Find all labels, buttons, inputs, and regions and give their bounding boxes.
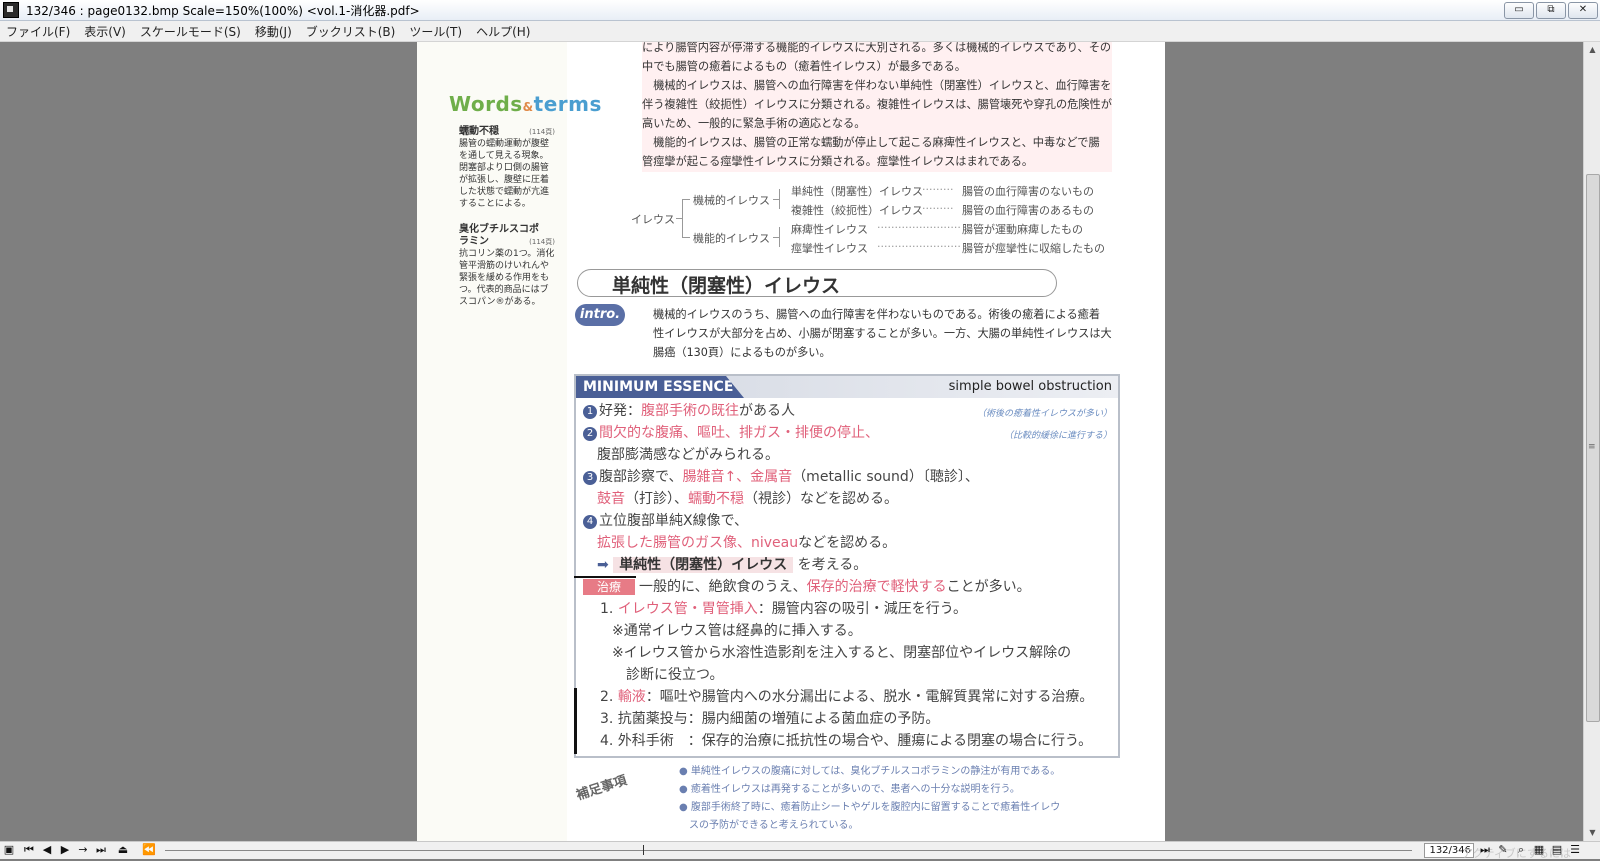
words-terms-logo: Words&terms: [449, 92, 602, 116]
essence-title: MINIMUM ESSENCE: [576, 376, 744, 398]
essence-line: 腹部膨満感などがみられる。: [597, 447, 779, 463]
essence-conclusion: ➡ 単純性（閉塞性）イレウス を考える。: [597, 557, 868, 573]
essence-line: 拡張した腸管のガス像、niveauなどを認める。: [597, 535, 897, 551]
supplement-line: ● 癒着性イレウスは再発することが多いので、患者への十分な説明を行う。: [679, 784, 1020, 795]
play-icon[interactable]: ▶: [58, 843, 72, 857]
title-bar: 132/346 : page0132.bmp Scale=150%(100%) …: [0, 0, 1600, 21]
treatment-line: 治療 一般的に、絶飲食のうえ、保存的治療で軽快することが多い。: [583, 576, 1031, 598]
essence-line: 4 立位腹部単純X線像で、: [583, 510, 748, 532]
menu-file[interactable]: ファイル(F): [0, 22, 77, 42]
document-page: Words&terms 蠕動不穏 (114頁) 腸管の蠕動運動が腹壁を通して見える…: [417, 42, 1165, 841]
essence-line: 2 間欠的な腹痛、嘔吐、排ガス・排便の停止、: [583, 422, 879, 444]
scroll-up-icon[interactable]: ▲: [1584, 42, 1600, 58]
treatment-item: 1. イレウス管・胃管挿入：腸管内容の吸引・減圧を行う。: [600, 601, 967, 617]
menu-booklist[interactable]: ブックリスト(B): [299, 22, 403, 42]
overview-paragraph: により腸管内容が停滞する機能的イレウスに大別される。多くは機械的イレウスであり、…: [642, 42, 1112, 172]
essence-subtitle: simple bowel obstruction: [948, 379, 1112, 394]
supplement-label: 補足事項: [574, 773, 629, 804]
term-entry: 臭化ブチルスコポラミン (114頁) 抗コリン薬の1つ。消化管平滑筋のけいれんや緊…: [459, 224, 555, 307]
menu-list-icon[interactable]: ☰: [1568, 843, 1582, 857]
section-heading: 単純性（閉塞性）イレウス: [577, 269, 1057, 297]
essence-note: （比較的緩徐に進行する）: [1003, 431, 1112, 441]
next-small-icon[interactable]: ⏭: [1478, 843, 1492, 857]
last-page-icon[interactable]: ⏭: [94, 843, 108, 857]
treatment-note: ※イレウス管から水溶性造影剤を注入すると、閉塞部位やイレウス解除の: [612, 645, 1072, 661]
essence-line: 1 好発：腹部手術の既往がある人: [583, 400, 795, 422]
menu-view[interactable]: 表示(V): [77, 22, 133, 42]
essence-header: MINIMUM ESSENCE simple bowel obstruction: [576, 376, 1118, 398]
back-icon[interactable]: ⏪: [142, 843, 156, 857]
supplement-line: スの予防ができると考えられている。: [679, 820, 859, 831]
close-button[interactable]: ✕: [1568, 2, 1598, 19]
window-title: 132/346 : page0132.bmp Scale=150%(100%) …: [26, 4, 420, 18]
menu-move[interactable]: 移動(J): [248, 22, 299, 42]
intro-badge: intro.: [575, 304, 625, 326]
supplement-line: ● 腹部手術終了時に、癒着防止シートやゲルを腹腔内に留置することで癒着性イレウ: [679, 802, 1061, 813]
zoom-icon[interactable]: ⌕: [1514, 843, 1528, 857]
single-view-icon[interactable]: ▤: [1550, 843, 1564, 857]
grid-view-icon[interactable]: ▦: [1532, 843, 1546, 857]
navigation-toolbar: ▣ ⏮ ◀ ▶ → ⏭ ⏏ ⏪ 132/346 アクティブにするには ⏭ ✎ ⌕…: [0, 841, 1600, 860]
minimum-essence-box: MINIMUM ESSENCE simple bowel obstruction…: [574, 374, 1120, 758]
page-slider[interactable]: [165, 845, 1412, 855]
essence-line: 3 腹部診察で、腸雑音↑、金属音（metallic sound）〔聴診〕、: [583, 466, 979, 488]
eject-icon[interactable]: ⏏: [116, 843, 130, 857]
menu-bar: ファイル(F) 表示(V) スケールモード(S) 移動(J) ブックリスト(B) ツール(…: [0, 21, 1600, 42]
treatment-item: 4. 外科手術 ：保存的治療に抵抗性の場合や、腫瘍による閉塞の場合に行う。: [600, 733, 1093, 749]
words-terms-sidebar: Words&terms 蠕動不穏 (114頁) 腸管の蠕動運動が腹壁を通して見える…: [417, 42, 601, 841]
prev-page-icon[interactable]: ◀: [40, 843, 54, 857]
vertical-scrollbar[interactable]: ▲ ≡ ▼: [1583, 42, 1600, 841]
first-page-icon[interactable]: ⏮: [22, 843, 36, 857]
treatment-badge: 治療: [583, 579, 636, 595]
menu-tools[interactable]: ツール(T): [402, 22, 469, 42]
menu-help[interactable]: ヘルプ(H): [469, 22, 537, 42]
supplement-line: ● 単純性イレウスの腹痛に対しては、臭化ブチルスコポラミンの静注が有用である。: [679, 766, 1061, 777]
app-icon: [3, 2, 19, 18]
treatment-item: 2. 輸液：嘔吐や腸管内への水分漏出による、脱水・電解質異常に対する治療。: [600, 689, 1094, 705]
document-viewport[interactable]: Words&terms 蠕動不穏 (114頁) 腸管の蠕動運動が腹壁を通して見える…: [0, 42, 1583, 841]
page-slider-knob[interactable]: [643, 845, 644, 855]
next-page-icon[interactable]: →: [76, 843, 90, 857]
arrow-icon: ➡: [597, 557, 609, 573]
essence-note: （術後の癒着性イレウスが多い）: [976, 409, 1112, 419]
essence-line: 鼓音（打診）、蠕動不穏（視診）などを認める。: [597, 491, 898, 507]
minimize-button[interactable]: ▭: [1504, 2, 1534, 19]
treatment-item: 3. 抗菌薬投与：腸内細菌の増殖による菌血症の予防。: [600, 711, 940, 727]
thumbnail-icon[interactable]: ▣: [2, 843, 16, 857]
treatment-note: ※通常イレウス管は経鼻的に挿入する。: [612, 623, 862, 639]
menu-scale-mode[interactable]: スケールモード(S): [133, 22, 248, 42]
scroll-down-icon[interactable]: ▼: [1584, 825, 1600, 841]
treatment-note: 診断に役立つ。: [626, 667, 724, 683]
term-entry: 蠕動不穏 (114頁) 腸管の蠕動運動が腹壁を通して見える現象。閉塞部より口側の腸…: [459, 126, 555, 209]
restore-button[interactable]: ⧉: [1536, 2, 1566, 19]
pen-icon[interactable]: ✎: [1496, 843, 1510, 857]
scroll-grip-icon: ≡: [1588, 442, 1596, 452]
